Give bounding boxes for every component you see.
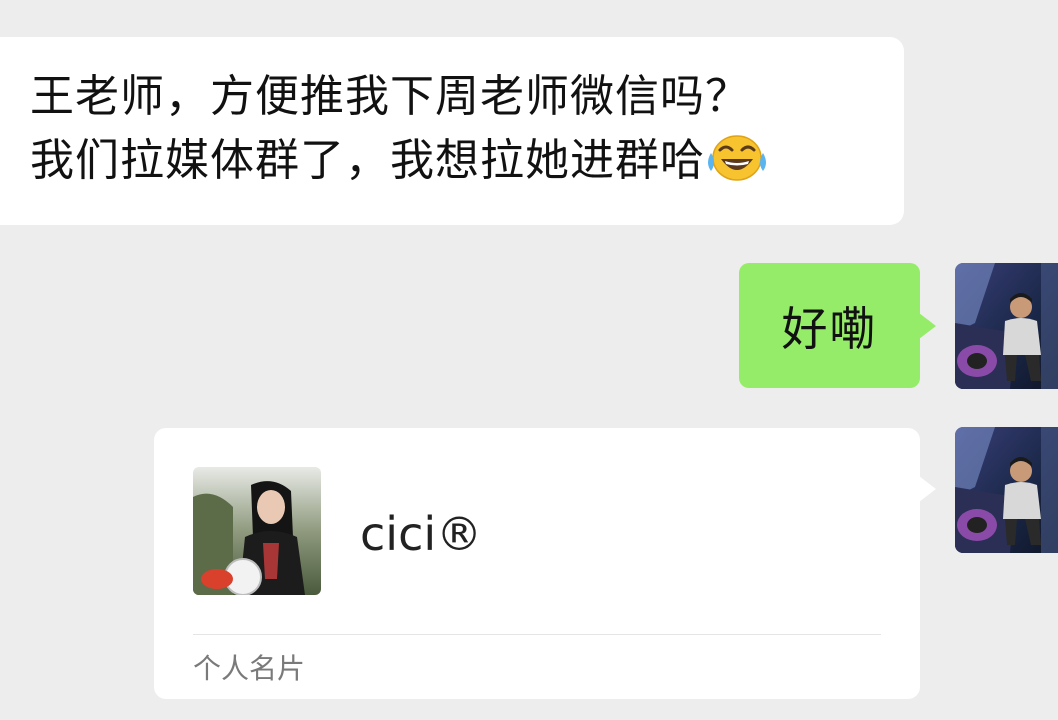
- card-divider: [193, 634, 881, 635]
- outgoing-message-bubble[interactable]: 好嘞: [739, 263, 936, 388]
- contact-name: cici®: [360, 507, 483, 561]
- tears-of-joy-emoji-icon: [707, 133, 767, 183]
- incoming-message-bubble[interactable]: 王老师，方便推我下周老师微信吗？ 我们拉媒体群了，我想拉她进群哈: [0, 37, 904, 225]
- incoming-message-line-1: 王老师，方便推我下周老师微信吗？: [30, 71, 750, 122]
- card-type-label: 个人名片: [193, 652, 306, 685]
- incoming-message-line-2-text: 我们拉媒体群了，我想拉她进群哈: [30, 135, 705, 186]
- incoming-message-line-2: 我们拉媒体群了，我想拉她进群哈: [30, 129, 904, 193]
- my-avatar[interactable]: [955, 263, 1058, 389]
- chat-area: 王老师，方便推我下周老师微信吗？ 我们拉媒体群了，我想拉她进群哈 好嘞 cici…: [0, 0, 1058, 720]
- contact-avatar: [193, 467, 321, 595]
- my-avatar[interactable]: [955, 427, 1058, 553]
- contact-card[interactable]: cici® 个人名片: [154, 428, 936, 699]
- outgoing-message-text: 好嘞: [781, 301, 878, 356]
